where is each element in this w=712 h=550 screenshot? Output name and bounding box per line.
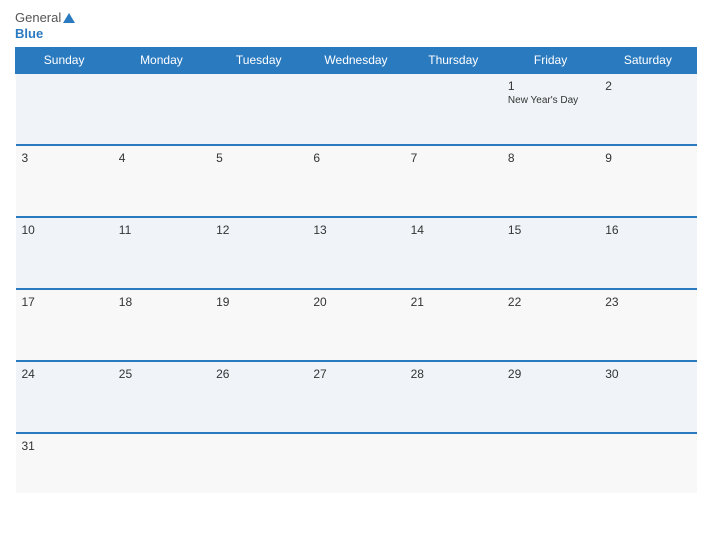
calendar-cell: 2 (599, 73, 696, 145)
day-header-saturday: Saturday (599, 48, 696, 74)
calendar-cell (16, 73, 113, 145)
day-number: 10 (22, 223, 107, 237)
week-row-5: 24 25 26 27 28 29 30 (16, 361, 697, 433)
calendar-cell: 18 (113, 289, 210, 361)
day-number: 28 (411, 367, 496, 381)
day-number: 25 (119, 367, 204, 381)
calendar-cell: 24 (16, 361, 113, 433)
calendar-cell: 8 (502, 145, 599, 217)
week-row-4: 17 18 19 20 21 22 23 (16, 289, 697, 361)
day-number: 21 (411, 295, 496, 309)
week-row-3: 10 11 12 13 14 15 16 (16, 217, 697, 289)
calendar-cell: 14 (405, 217, 502, 289)
day-number: 13 (313, 223, 398, 237)
calendar-cell: 7 (405, 145, 502, 217)
week-row-1: 1 New Year's Day 2 (16, 73, 697, 145)
day-number: 24 (22, 367, 107, 381)
day-number: 23 (605, 295, 690, 309)
calendar-cell: 5 (210, 145, 307, 217)
calendar-cell (210, 433, 307, 493)
calendar-cell: 1 New Year's Day (502, 73, 599, 145)
calendar-cell: 9 (599, 145, 696, 217)
calendar-cell: 19 (210, 289, 307, 361)
calendar-cell: 22 (502, 289, 599, 361)
calendar-cell (307, 433, 404, 493)
day-number: 11 (119, 223, 204, 237)
day-number: 19 (216, 295, 301, 309)
day-number: 16 (605, 223, 690, 237)
calendar-header: General Blue (15, 10, 697, 41)
day-header-friday: Friday (502, 48, 599, 74)
day-header-wednesday: Wednesday (307, 48, 404, 74)
day-number: 15 (508, 223, 593, 237)
calendar-cell: 12 (210, 217, 307, 289)
day-number: 30 (605, 367, 690, 381)
logo-general-text: General (15, 10, 61, 26)
calendar-cell: 13 (307, 217, 404, 289)
calendar-cell (599, 433, 696, 493)
day-number: 2 (605, 79, 690, 93)
calendar-cell: 6 (307, 145, 404, 217)
calendar-cell: 30 (599, 361, 696, 433)
logo-blue-text: Blue (15, 26, 43, 42)
calendar-cell: 20 (307, 289, 404, 361)
calendar-cell: 25 (113, 361, 210, 433)
day-number: 5 (216, 151, 301, 165)
calendar-table: SundayMondayTuesdayWednesdayThursdayFrid… (15, 47, 697, 493)
day-header-tuesday: Tuesday (210, 48, 307, 74)
calendar-cell (502, 433, 599, 493)
day-number: 6 (313, 151, 398, 165)
calendar-cell: 11 (113, 217, 210, 289)
calendar-cell: 27 (307, 361, 404, 433)
day-number: 26 (216, 367, 301, 381)
calendar-cell: 23 (599, 289, 696, 361)
holiday-label: New Year's Day (508, 95, 593, 106)
calendar-cell: 28 (405, 361, 502, 433)
day-header-monday: Monday (113, 48, 210, 74)
calendar-cell: 10 (16, 217, 113, 289)
calendar-cell: 17 (16, 289, 113, 361)
day-header-row: SundayMondayTuesdayWednesdayThursdayFrid… (16, 48, 697, 74)
day-number: 27 (313, 367, 398, 381)
calendar-cell (113, 433, 210, 493)
day-header-thursday: Thursday (405, 48, 502, 74)
day-number: 14 (411, 223, 496, 237)
day-number: 1 (508, 79, 593, 93)
day-number: 12 (216, 223, 301, 237)
logo-triangle-icon (63, 13, 75, 23)
day-number: 7 (411, 151, 496, 165)
calendar-cell: 21 (405, 289, 502, 361)
calendar-cell: 31 (16, 433, 113, 493)
day-header-sunday: Sunday (16, 48, 113, 74)
calendar-cell (210, 73, 307, 145)
day-number: 29 (508, 367, 593, 381)
day-number: 18 (119, 295, 204, 309)
day-number: 9 (605, 151, 690, 165)
calendar-cell: 3 (16, 145, 113, 217)
calendar-cell (307, 73, 404, 145)
calendar-cell: 29 (502, 361, 599, 433)
week-row-2: 3456789 (16, 145, 697, 217)
calendar-cell (405, 433, 502, 493)
day-number: 20 (313, 295, 398, 309)
day-number: 3 (22, 151, 107, 165)
week-row-6: 31 (16, 433, 697, 493)
calendar-cell: 16 (599, 217, 696, 289)
calendar-cell: 26 (210, 361, 307, 433)
calendar-container: General Blue SundayMondayTuesdayWednesda… (0, 0, 712, 550)
day-number: 4 (119, 151, 204, 165)
calendar-cell (113, 73, 210, 145)
day-number: 31 (22, 439, 107, 453)
calendar-cell (405, 73, 502, 145)
calendar-cell: 4 (113, 145, 210, 217)
calendar-cell: 15 (502, 217, 599, 289)
logo: General Blue (15, 10, 75, 41)
day-number: 22 (508, 295, 593, 309)
day-number: 8 (508, 151, 593, 165)
day-number: 17 (22, 295, 107, 309)
